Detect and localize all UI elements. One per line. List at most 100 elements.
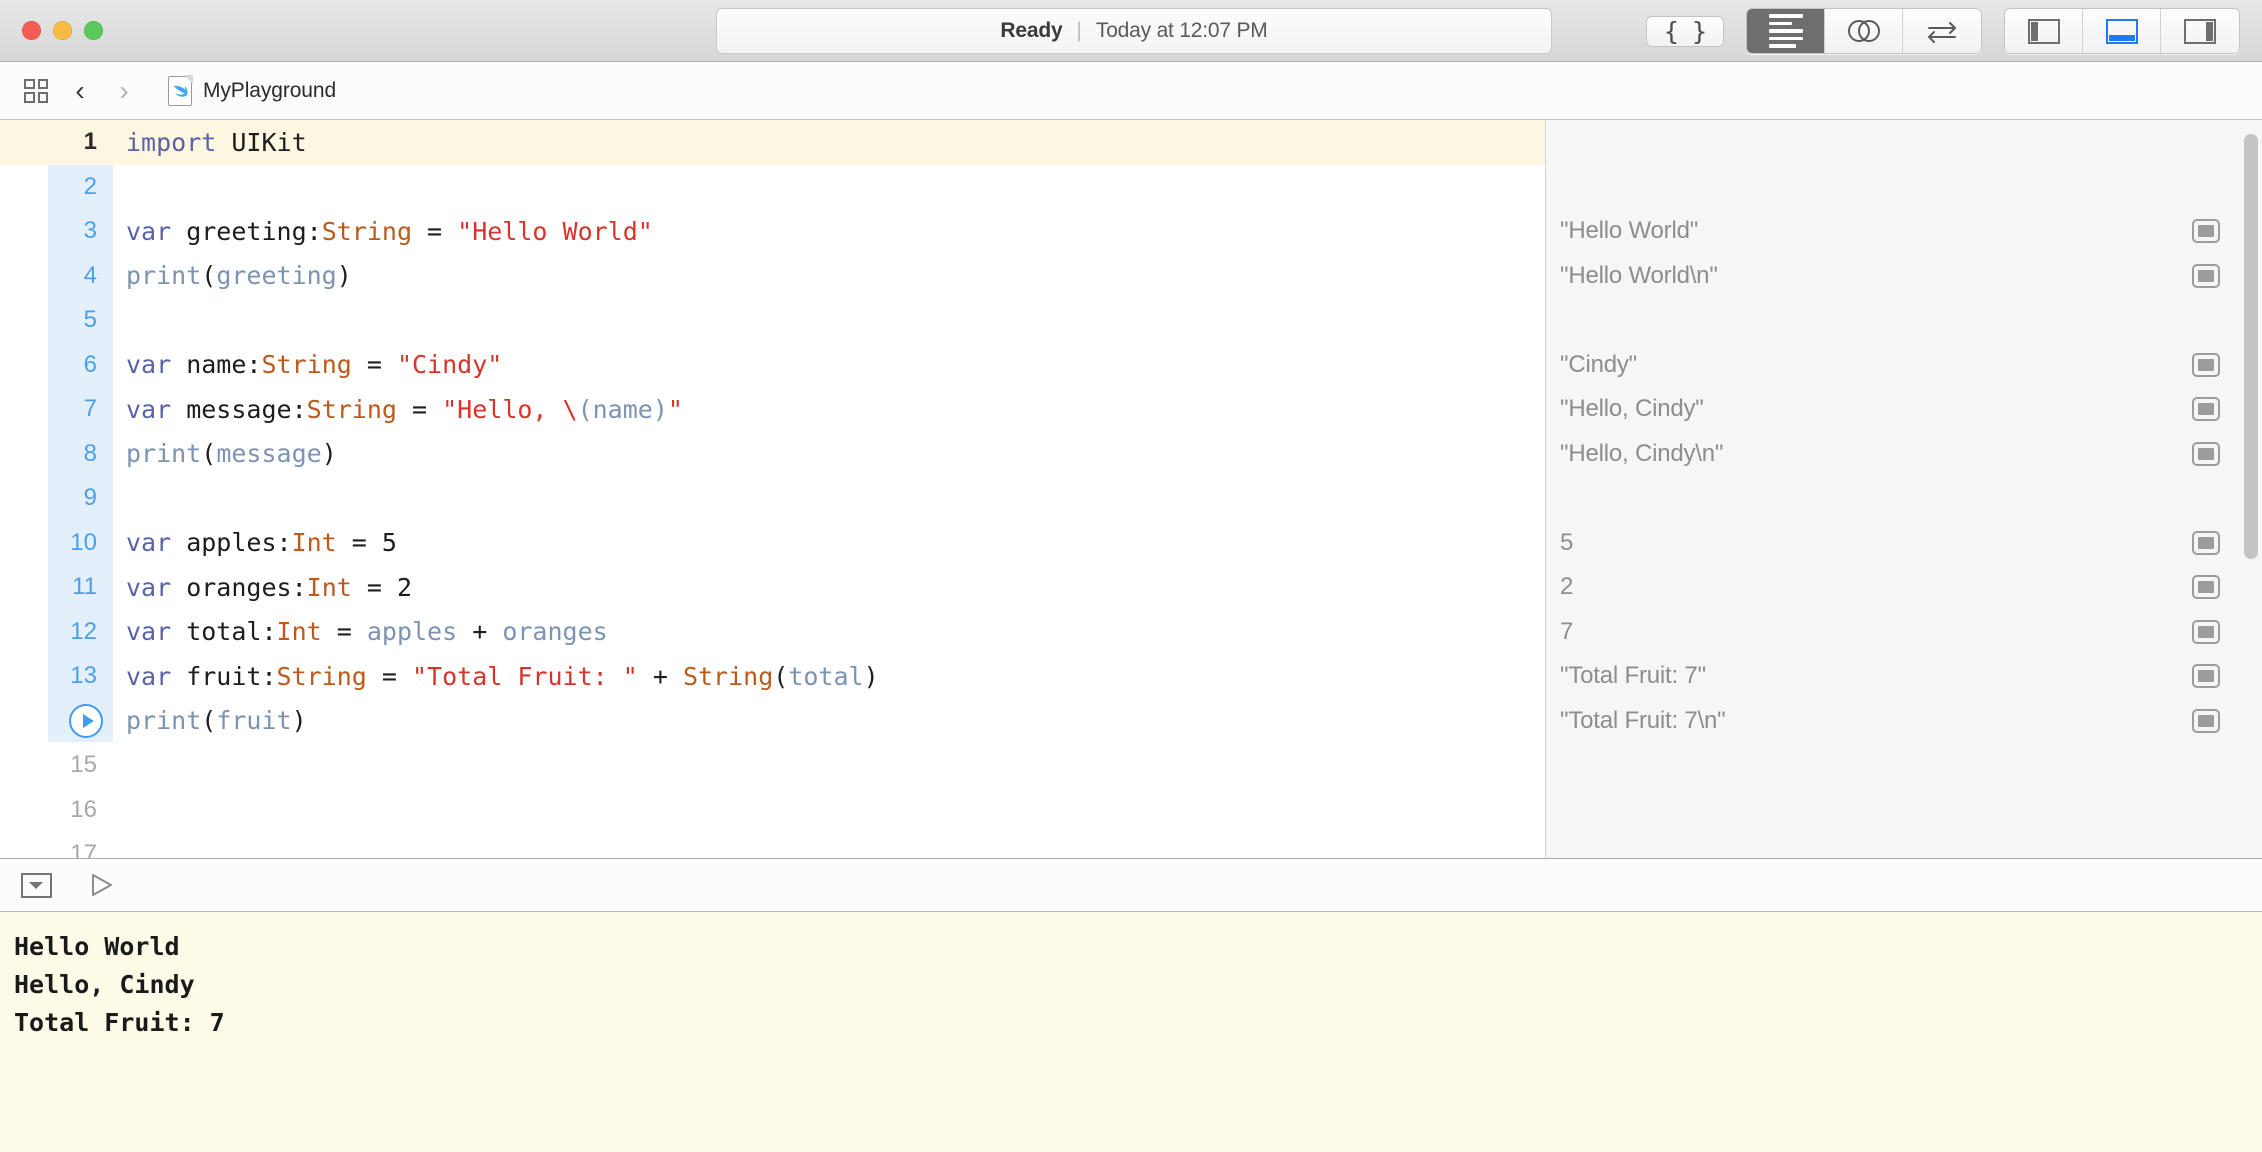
navigate-forward-button[interactable]: › — [102, 71, 146, 111]
line-number: 15 — [70, 751, 97, 779]
code-line[interactable]: 16 — [0, 788, 1545, 833]
code-line[interactable]: 12 var total:Int = apples + oranges — [0, 610, 1545, 655]
code-token: : — [276, 528, 292, 558]
line-number: 11 — [72, 573, 97, 601]
line-number: 17 — [70, 840, 97, 858]
version-editor-button[interactable] — [1903, 9, 1981, 53]
code-line[interactable]: 6 var name:String = "Cindy" — [0, 343, 1545, 388]
code-token: String — [306, 394, 397, 424]
code-line[interactable]: 8 print(message) — [0, 432, 1545, 477]
code-line[interactable]: 11 var oranges:Int = 2 — [0, 565, 1545, 610]
show-result-button[interactable] — [2192, 263, 2220, 288]
result-value: "Hello, Cindy\n" — [1560, 439, 1724, 467]
code-token: print — [126, 261, 202, 291]
breadcrumb[interactable]: MyPlayground — [168, 75, 336, 106]
toggle-debug-area-button[interactable] — [2083, 9, 2161, 53]
code-line-text: import UIKit — [113, 128, 307, 157]
code-line[interactable]: 4 print(greeting) — [0, 254, 1545, 299]
line-number: 9 — [83, 484, 97, 512]
window-titlebar: Ready | Today at 12:07 PM { } — [0, 0, 2262, 62]
show-result-button[interactable] — [2192, 575, 2220, 600]
code-token: UIKit — [231, 127, 307, 157]
show-result-button[interactable] — [2192, 619, 2220, 644]
code-token: String — [321, 216, 412, 246]
standard-editor-button[interactable] — [1747, 9, 1825, 53]
code-line[interactable]: 17 — [0, 832, 1545, 858]
code-line[interactable]: 15 — [0, 743, 1545, 788]
line-number: 3 — [83, 217, 97, 245]
code-line[interactable]: 5 — [0, 298, 1545, 343]
panel-toggle-icon — [20, 872, 52, 898]
code-token: 5 — [381, 528, 397, 558]
code-line[interactable]: print(fruit) — [0, 699, 1545, 744]
code-line[interactable]: 3 var greeting:String = "Hello World" — [0, 209, 1545, 254]
library-button[interactable]: { } — [1646, 15, 1724, 47]
result-row: 2 — [1546, 565, 2262, 610]
show-result-button[interactable] — [2192, 530, 2220, 555]
code-token: : — [261, 617, 277, 647]
editor-mode-segmented-control — [1746, 8, 1982, 54]
code-token: "Total Fruit: " — [412, 661, 638, 691]
show-result-button[interactable] — [2192, 708, 2220, 733]
result-row: 5 — [1546, 521, 2262, 566]
console-output-area[interactable]: Hello World Hello, Cindy Total Fruit: 7 — [0, 912, 2262, 1152]
result-value: "Hello World" — [1560, 217, 1699, 245]
assistant-editor-button[interactable] — [1825, 9, 1903, 53]
show-result-button[interactable] — [2192, 664, 2220, 689]
code-line[interactable]: 13 var fruit:String = "Total Fruit: " + S… — [0, 654, 1545, 699]
results-scrollbar[interactable] — [2244, 134, 2258, 824]
code-token: String — [261, 350, 352, 380]
activity-status-bar[interactable]: Ready | Today at 12:07 PM — [716, 8, 1552, 54]
code-token: oranges — [502, 617, 608, 647]
console-output-line: Total Fruit: 7 — [14, 1008, 225, 1037]
line-number: 10 — [70, 528, 97, 556]
code-line-text: var message:String = "Hello, \(name)" — [113, 395, 683, 424]
show-result-button[interactable] — [2192, 441, 2220, 466]
code-line[interactable]: 1 import UIKit — [0, 120, 1545, 165]
result-row: "Hello, Cindy\n" — [1546, 432, 2262, 477]
play-circle-icon[interactable] — [69, 703, 103, 738]
code-token: "Cindy" — [396, 350, 503, 380]
results-scrollbar-thumb[interactable] — [2244, 134, 2258, 559]
code-line[interactable]: 9 — [0, 476, 1545, 521]
toggle-navigator-button[interactable] — [2005, 9, 2083, 53]
code-token: = — [396, 394, 443, 424]
close-window-button[interactable] — [22, 21, 41, 40]
code-line-text: var name:String = "Cindy" — [113, 350, 502, 379]
result-row-list: "Hello World" "Hello World\n" "Cindy" "Hell… — [1546, 120, 2262, 858]
console-line-list: Hello World Hello, Cindy Total Fruit: 7 — [14, 928, 2262, 1042]
show-result-button[interactable] — [2192, 352, 2220, 377]
code-line[interactable]: 7 var message:String = "Hello, \(name)" — [0, 387, 1545, 432]
code-line[interactable]: 2 — [0, 165, 1545, 210]
source-code-editor[interactable]: 1 import UIKit 2 3 var greeting:String = "He… — [0, 120, 1545, 858]
code-token: greeting — [171, 216, 307, 246]
result-row — [1546, 165, 2262, 210]
code-token: "Hello World" — [457, 216, 653, 246]
toggle-utilities-button[interactable] — [2161, 9, 2239, 53]
code-token: var — [126, 394, 172, 424]
show-result-button[interactable] — [2192, 397, 2220, 422]
zoom-window-button[interactable] — [84, 21, 103, 40]
code-token: ( — [201, 261, 217, 291]
code-token: : — [261, 661, 277, 691]
show-result-button[interactable] — [2192, 219, 2220, 244]
run-line-button[interactable] — [0, 703, 113, 738]
line-number: 12 — [70, 617, 97, 645]
code-token: Int — [291, 528, 337, 558]
toggle-console-button[interactable] — [14, 866, 58, 904]
navigate-back-button[interactable]: ‹ — [58, 71, 102, 111]
code-token: + — [637, 661, 683, 691]
result-value: "Hello, Cindy" — [1560, 395, 1704, 423]
related-items-button[interactable] — [14, 71, 58, 111]
line-number: 4 — [83, 261, 97, 289]
right-panel-icon — [2184, 18, 2216, 44]
minimize-window-button[interactable] — [53, 21, 72, 40]
execute-playground-button[interactable] — [80, 866, 124, 904]
code-token: ( — [773, 661, 789, 691]
code-line[interactable]: 10 var apples:Int = 5 — [0, 521, 1545, 566]
result-row — [1546, 298, 2262, 343]
result-row: 7 — [1546, 610, 2262, 655]
code-line-text: var apples:Int = 5 — [113, 528, 397, 557]
code-line-text: print(greeting) — [113, 261, 352, 290]
